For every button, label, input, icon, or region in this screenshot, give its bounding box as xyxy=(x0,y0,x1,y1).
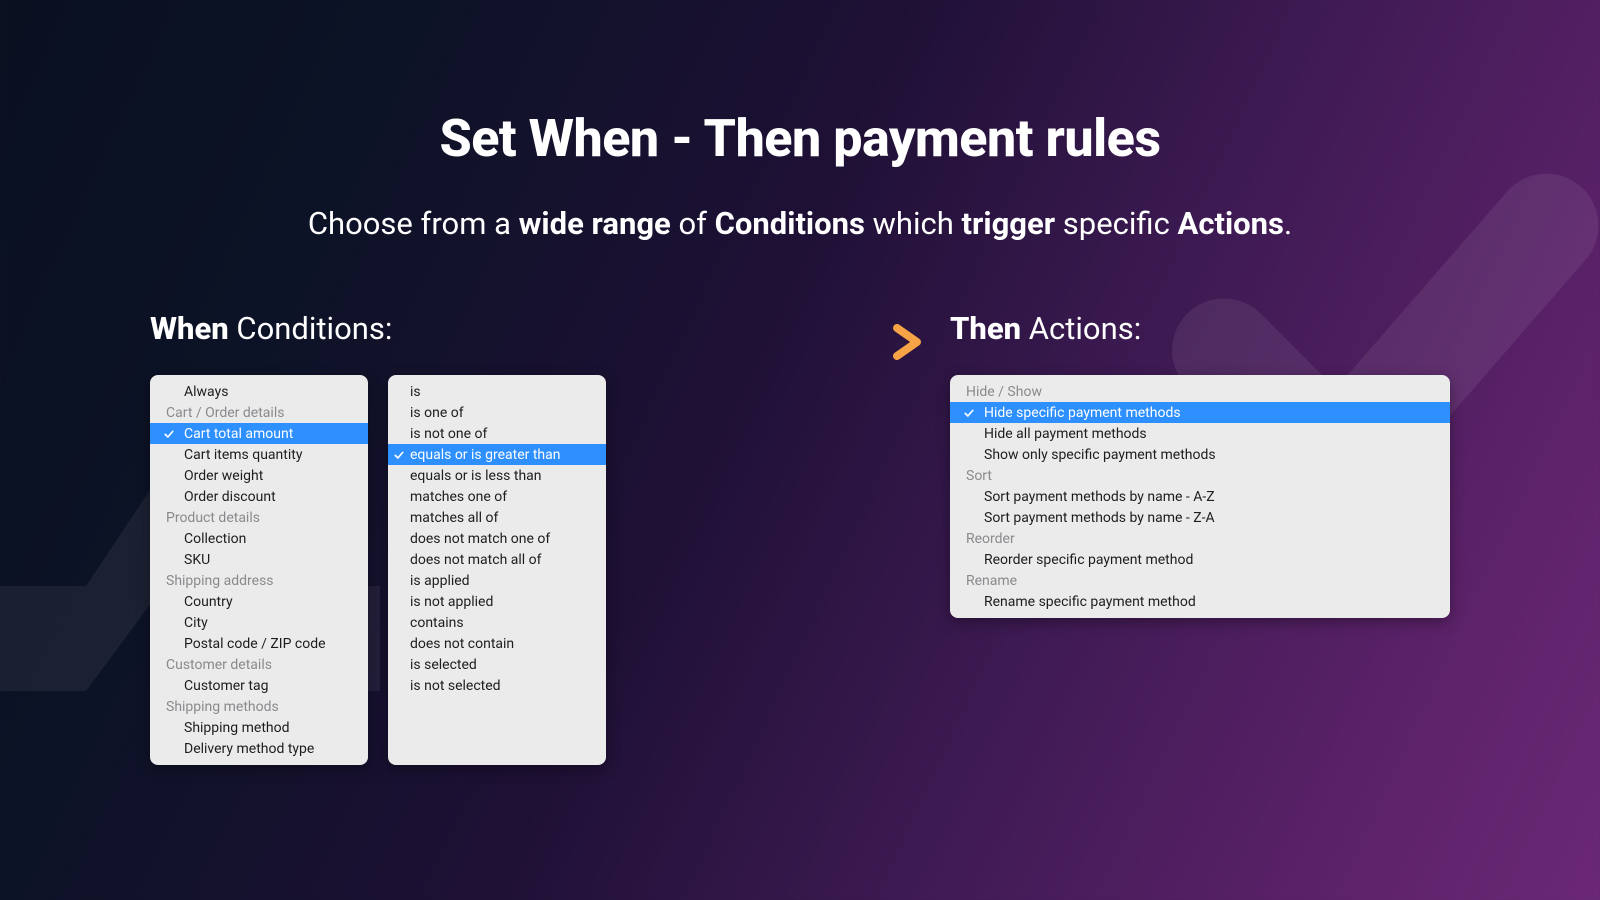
dropdown-item-label: is not one of xyxy=(410,426,487,442)
hero-subtitle: Choose from a wide range of Conditions w… xyxy=(0,205,1600,242)
dropdown-item[interactable]: Show only specific payment methods xyxy=(950,444,1450,465)
dropdown-item-label: Delivery method type xyxy=(184,741,314,757)
dropdown-item-label: Sort payment methods by name - A-Z xyxy=(984,489,1215,505)
check-icon xyxy=(162,427,176,441)
dropdown-item[interactable]: is not applied xyxy=(388,591,606,612)
dropdown-item-label: contains xyxy=(410,615,464,631)
dropdown-item-label: Customer tag xyxy=(184,678,268,694)
dropdown-item-label: Cart total amount xyxy=(184,426,293,442)
dropdown-item[interactable]: Sort payment methods by name - A-Z xyxy=(950,486,1450,507)
dropdown-item[interactable]: Hide specific payment methods xyxy=(950,402,1450,423)
dropdown-group-header: Cart / Order details xyxy=(150,402,368,423)
dropdown-item[interactable]: is not selected xyxy=(388,675,606,696)
dropdown-item-label: does not match all of xyxy=(410,552,542,568)
dropdown-item[interactable]: City xyxy=(150,612,368,633)
dropdown-item-label: is xyxy=(410,384,421,400)
dropdown-item-label: is selected xyxy=(410,657,477,673)
dropdown-item[interactable]: equals or is greater than xyxy=(388,444,606,465)
dropdown-group-header: Shipping methods xyxy=(150,696,368,717)
dropdown-item[interactable]: Order discount xyxy=(150,486,368,507)
dropdown-item-label: Shipping method xyxy=(184,720,290,736)
operators-dropdown[interactable]: is is one of is not one of equals or is gre… xyxy=(388,375,606,765)
dropdown-group-header: Shipping address xyxy=(150,570,368,591)
dropdown-item-label: Cart items quantity xyxy=(184,447,302,463)
dropdown-item[interactable]: SKU xyxy=(150,549,368,570)
dropdown-item-label: equals or is greater than xyxy=(410,447,561,463)
dropdown-item[interactable]: is xyxy=(388,381,606,402)
arrow-icon xyxy=(815,322,925,362)
dropdown-group-header: Rename xyxy=(950,570,1450,591)
dropdown-item[interactable]: does not match all of xyxy=(388,549,606,570)
dropdown-item[interactable]: Customer tag xyxy=(150,675,368,696)
dropdown-item[interactable]: Cart total amount xyxy=(150,423,368,444)
dropdown-item-label: does not contain xyxy=(410,636,514,652)
dropdown-item-label: is not selected xyxy=(410,678,501,694)
dropdown-item-label: Postal code / ZIP code xyxy=(184,636,326,652)
dropdown-group-header: Product details xyxy=(150,507,368,528)
hero-title: Set When - Then payment rules xyxy=(0,108,1600,169)
dropdown-item-label: Always xyxy=(184,384,228,400)
dropdown-item[interactable]: does not contain xyxy=(388,633,606,654)
dropdown-item-label: equals or is less than xyxy=(410,468,542,484)
dropdown-item[interactable]: Delivery method type xyxy=(150,738,368,759)
dropdown-item-label: Sort payment methods by name - Z-A xyxy=(984,510,1215,526)
dropdown-item-label: Order weight xyxy=(184,468,263,484)
dropdown-item-label: matches one of xyxy=(410,489,507,505)
dropdown-item-label: Show only specific payment methods xyxy=(984,447,1216,463)
when-heading: When Conditions: xyxy=(150,310,790,347)
dropdown-item[interactable]: is one of xyxy=(388,402,606,423)
dropdown-item-label: is not applied xyxy=(410,594,493,610)
dropdown-item-label: Order discount xyxy=(184,489,276,505)
dropdown-item[interactable]: Postal code / ZIP code xyxy=(150,633,368,654)
dropdown-group-header: Reorder xyxy=(950,528,1450,549)
dropdown-item[interactable]: matches one of xyxy=(388,486,606,507)
dropdown-item-label: Collection xyxy=(184,531,246,547)
dropdown-item-label: Rename specific payment method xyxy=(984,594,1196,610)
dropdown-item[interactable]: is applied xyxy=(388,570,606,591)
dropdown-item[interactable]: Collection xyxy=(150,528,368,549)
dropdown-item-label: Reorder specific payment method xyxy=(984,552,1193,568)
when-column: When Conditions: Always Cart / Order deta… xyxy=(150,310,790,765)
dropdown-item[interactable]: Shipping method xyxy=(150,717,368,738)
dropdown-item[interactable]: Cart items quantity xyxy=(150,444,368,465)
check-icon xyxy=(962,406,976,420)
dropdown-item[interactable]: Country xyxy=(150,591,368,612)
dropdown-item-label: City xyxy=(184,615,208,631)
dropdown-item-label: is one of xyxy=(410,405,464,421)
dropdown-item-label: matches all of xyxy=(410,510,498,526)
dropdown-item-label: is applied xyxy=(410,573,470,589)
dropdown-item[interactable]: Sort payment methods by name - Z-A xyxy=(950,507,1450,528)
conditions-dropdown[interactable]: Always Cart / Order details Cart total amo… xyxy=(150,375,368,765)
dropdown-item[interactable]: equals or is less than xyxy=(388,465,606,486)
dropdown-item-label: SKU xyxy=(184,552,210,568)
dropdown-item-label: Hide specific payment methods xyxy=(984,405,1181,421)
dropdown-group-header: Hide / Show xyxy=(950,381,1450,402)
then-column: Then Actions: Hide / Show Hide specific p… xyxy=(950,310,1450,618)
check-icon xyxy=(392,448,406,462)
dropdown-item[interactable]: Hide all payment methods xyxy=(950,423,1450,444)
actions-dropdown[interactable]: Hide / Show Hide specific payment methods… xyxy=(950,375,1450,618)
dropdown-item[interactable]: Always xyxy=(150,381,368,402)
dropdown-item[interactable]: is not one of xyxy=(388,423,606,444)
dropdown-group-header: Customer details xyxy=(150,654,368,675)
dropdown-item-label: Hide all payment methods xyxy=(984,426,1147,442)
then-heading: Then Actions: xyxy=(950,310,1450,347)
dropdown-item[interactable]: does not match one of xyxy=(388,528,606,549)
dropdown-item-label: does not match one of xyxy=(410,531,550,547)
dropdown-item[interactable]: contains xyxy=(388,612,606,633)
dropdown-item-label: Country xyxy=(184,594,233,610)
dropdown-item[interactable]: matches all of xyxy=(388,507,606,528)
hero: Set When - Then payment rules Choose fro… xyxy=(0,0,1600,242)
dropdown-item[interactable]: is selected xyxy=(388,654,606,675)
dropdown-item[interactable]: Order weight xyxy=(150,465,368,486)
dropdown-group-header: Sort xyxy=(950,465,1450,486)
dropdown-item[interactable]: Rename specific payment method xyxy=(950,591,1450,612)
dropdown-item[interactable]: Reorder specific payment method xyxy=(950,549,1450,570)
